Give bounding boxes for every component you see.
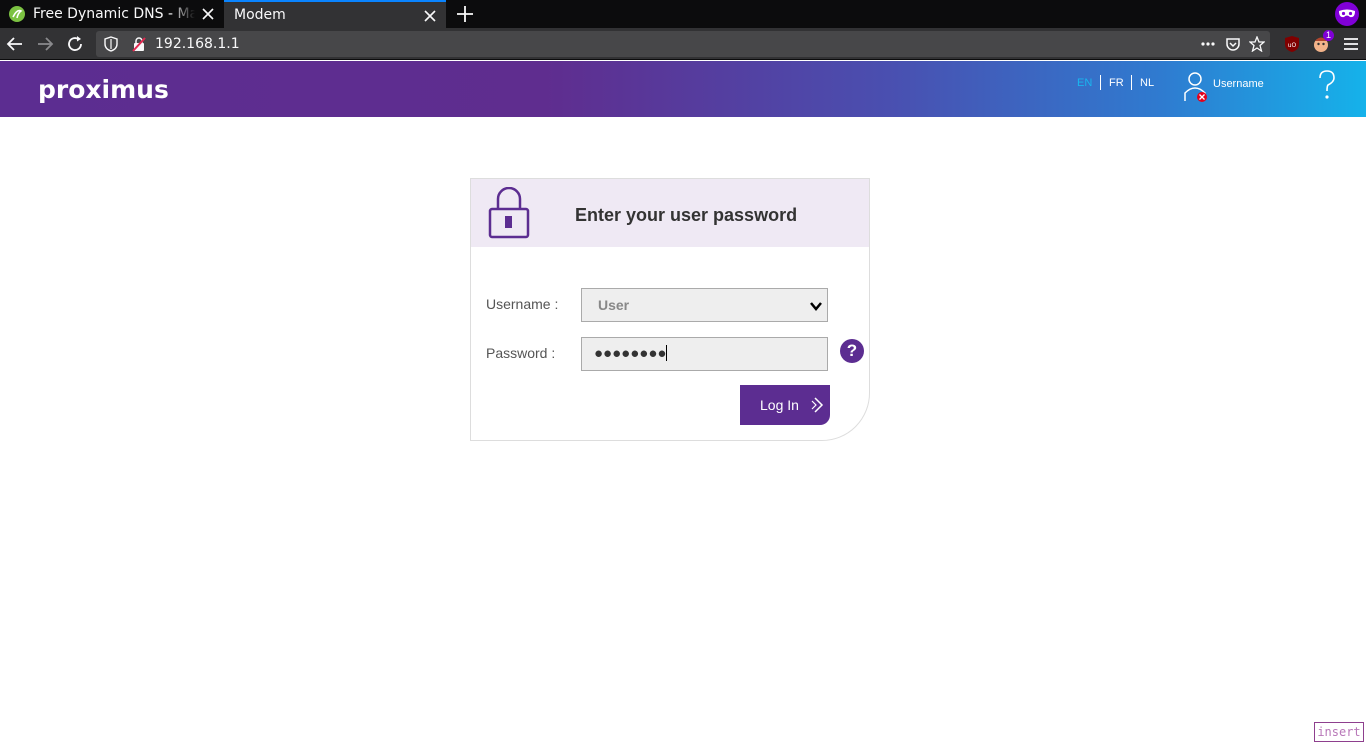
browser-tab-bar: Free Dynamic DNS - Man Modem — [0, 0, 1366, 28]
page-actions-icon[interactable] — [1200, 36, 1216, 52]
password-input[interactable]: ●●●●●●●● — [581, 337, 828, 371]
extension-icon[interactable]: 1 — [1312, 30, 1335, 54]
insecure-lock-icon[interactable] — [131, 36, 147, 52]
lang-en[interactable]: EN — [1077, 77, 1092, 89]
browser-tab-dns[interactable]: Free Dynamic DNS - Man — [0, 0, 224, 28]
bookmark-star-icon[interactable] — [1249, 36, 1265, 52]
login-title: Enter your user password — [575, 205, 798, 225]
password-field-label: Password : — [486, 345, 556, 361]
browser-tab-modem[interactable]: Modem — [224, 0, 446, 28]
padlock-icon — [488, 187, 530, 239]
site-header: proximus EN FR NL Username — [0, 61, 1366, 117]
chevron-right-icon — [811, 397, 824, 413]
back-arrow-icon[interactable] — [5, 34, 25, 54]
pocket-icon[interactable] — [1225, 36, 1241, 52]
password-value: ●●●●●●●● — [594, 345, 668, 362]
proximus-logo[interactable]: proximus — [38, 75, 169, 104]
login-button-label: Log In — [760, 397, 799, 413]
divider — [1100, 75, 1101, 90]
username-field-label: Username : — [486, 296, 559, 312]
lang-nl[interactable]: NL — [1140, 77, 1154, 89]
username-select[interactable]: User — [581, 288, 828, 322]
reload-icon[interactable] — [65, 34, 85, 54]
username-select-value: User — [598, 297, 630, 313]
insert-mode-badge: insert — [1314, 722, 1364, 742]
chevron-down-icon — [810, 302, 822, 311]
address-bar[interactable]: 192.168.1.1 — [96, 31, 1270, 57]
dns-favicon-icon — [9, 6, 25, 22]
close-tab-icon[interactable] — [422, 8, 438, 24]
tab-title: Free Dynamic DNS - Man — [33, 6, 195, 22]
user-logged-out-icon[interactable] — [1183, 71, 1209, 105]
password-help-button[interactable]: ? — [840, 339, 864, 363]
tab-title: Modem — [234, 7, 286, 23]
divider — [1131, 75, 1132, 90]
login-panel: Enter your user password Username : User… — [470, 178, 870, 441]
new-tab-icon[interactable] — [454, 3, 476, 25]
url-text: 192.168.1.1 — [155, 36, 240, 52]
forward-arrow-icon[interactable] — [35, 34, 55, 54]
username-label[interactable]: Username — [1213, 78, 1264, 90]
shield-icon[interactable] — [103, 36, 119, 52]
private-browsing-icon — [1335, 2, 1359, 26]
extension-badge: 1 — [1323, 30, 1335, 41]
browser-nav-bar: 192.168.1.1 uO 1 — [0, 28, 1366, 60]
login-button[interactable]: Log In — [740, 385, 830, 425]
login-panel-header: Enter your user password — [471, 179, 869, 247]
ublock-icon[interactable]: uO — [1282, 34, 1302, 54]
menu-hamburger-icon[interactable] — [1341, 34, 1361, 54]
lang-fr[interactable]: FR — [1109, 77, 1124, 89]
close-tab-icon[interactable] — [200, 6, 216, 22]
svg-text:uO: uO — [1288, 42, 1297, 49]
help-question-icon[interactable] — [1315, 69, 1339, 103]
